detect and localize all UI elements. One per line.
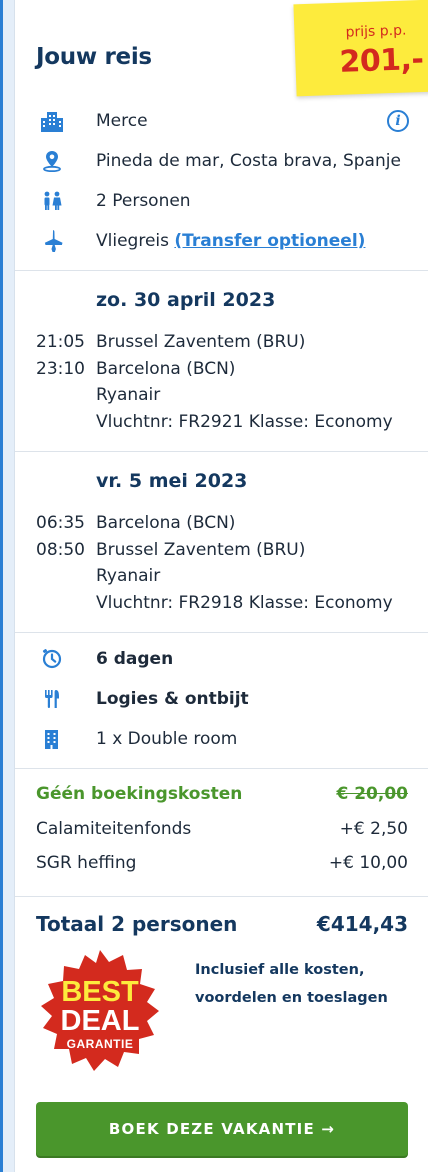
price-per-person-label: prijs p.p.: [345, 22, 407, 41]
booking-costs-value: € 20,00: [336, 784, 408, 804]
price-per-person-value: 201,-: [338, 41, 425, 80]
room-text: 1 x Double room: [96, 729, 238, 749]
persons-text: 2 Personen: [96, 191, 191, 211]
persons-icon: [39, 190, 65, 212]
travel-type-row: Vliegreis (Transfer optioneel): [15, 226, 428, 256]
badge-line-garantie: GARANTIE: [66, 1037, 134, 1051]
room-row: 1 x Double room: [15, 724, 428, 754]
inclusive-line-2: voordelen en toeslagen: [195, 990, 388, 1006]
return-arrive-airport: Brussel Zaventem (BRU): [96, 540, 306, 560]
outbound-airline: Ryanair: [96, 385, 161, 405]
sgr-fee-label: SGR heffing: [36, 853, 137, 873]
divider: [15, 896, 428, 897]
calamity-fund-label: Calamiteitenfonds: [36, 819, 192, 839]
travel-type-text: Vliegreis: [96, 231, 169, 251]
return-date: vr. 5 mei 2023: [96, 470, 248, 492]
fork-knife-icon: [39, 688, 65, 710]
location-pin-icon: [39, 150, 65, 173]
return-arrive-time: 08:50: [36, 540, 85, 560]
return-depart-time: 06:35: [36, 513, 85, 533]
total-label: Totaal 2 personen: [36, 912, 238, 936]
location-text: Pineda de mar, Costa brava, Spanje: [96, 151, 401, 171]
travel-type-line: Vliegreis (Transfer optioneel): [96, 231, 365, 251]
sgr-fee-value: +€ 10,00: [328, 853, 408, 873]
outbound-arrive-time: 23:10: [36, 359, 85, 379]
total-value: €414,43: [316, 912, 408, 936]
outbound-depart-time: 21:05: [36, 332, 85, 352]
divider: [15, 270, 428, 271]
return-airline: Ryanair: [96, 566, 161, 586]
total-row: Totaal 2 personen €414,43: [36, 912, 408, 942]
transfer-optional-link[interactable]: (Transfer optioneel): [174, 231, 365, 251]
outbound-arrive-airport: Barcelona (BCN): [96, 359, 236, 379]
outbound-depart-airport: Brussel Zaventem (BRU): [96, 332, 306, 352]
location-row: Pineda de mar, Costa brava, Spanje: [15, 146, 428, 176]
outbound-flight-info: Vluchtnr: FR2921 Klasse: Economy: [96, 412, 393, 432]
booking-costs-row: Géén boekingskosten € 20,00: [36, 784, 408, 810]
trip-summary-card: Jouw reis prijs p.p. 201,- Merce i Pined…: [14, 0, 428, 1172]
room-building-icon: [39, 728, 65, 750]
hotel-building-icon: [39, 110, 65, 132]
price-sticky-note: prijs p.p. 201,-: [293, 0, 428, 97]
duration-row: 6 dagen: [15, 644, 428, 674]
book-vacation-button[interactable]: BOEK DEZE VAKANTIE →: [36, 1102, 408, 1156]
divider: [15, 768, 428, 769]
best-deal-badge: BEST DEAL GARANTIE: [35, 948, 165, 1078]
badge-line-deal: DEAL: [60, 1005, 140, 1037]
board-text: Logies & ontbijt: [96, 689, 249, 709]
persons-row: 2 Personen: [15, 186, 428, 216]
sgr-fee-row: SGR heffing +€ 10,00: [36, 853, 408, 879]
hotel-row: Merce: [15, 106, 428, 136]
outbound-date: zo. 30 april 2023: [96, 289, 276, 311]
inclusive-note: Inclusief alle kosten, voordelen en toes…: [195, 956, 415, 1012]
hotel-name: Merce: [96, 111, 148, 131]
return-depart-airport: Barcelona (BCN): [96, 513, 236, 533]
left-accent-line: [0, 0, 3, 1172]
board-row: Logies & ontbijt: [15, 684, 428, 714]
calamity-fund-row: Calamiteitenfonds +€ 2,50: [36, 819, 408, 845]
info-icon[interactable]: i: [387, 110, 409, 132]
duration-text: 6 dagen: [96, 649, 174, 669]
page-title: Jouw reis: [36, 44, 152, 70]
airplane-icon: [39, 230, 65, 252]
inclusive-line-1: Inclusief alle kosten,: [195, 962, 365, 978]
booking-costs-label: Géén boekingskosten: [36, 784, 243, 804]
divider: [15, 451, 428, 452]
return-flight-info: Vluchtnr: FR2918 Klasse: Economy: [96, 593, 393, 613]
divider: [15, 632, 428, 633]
clock-icon: [39, 648, 65, 670]
calamity-fund-value: +€ 2,50: [339, 819, 408, 839]
